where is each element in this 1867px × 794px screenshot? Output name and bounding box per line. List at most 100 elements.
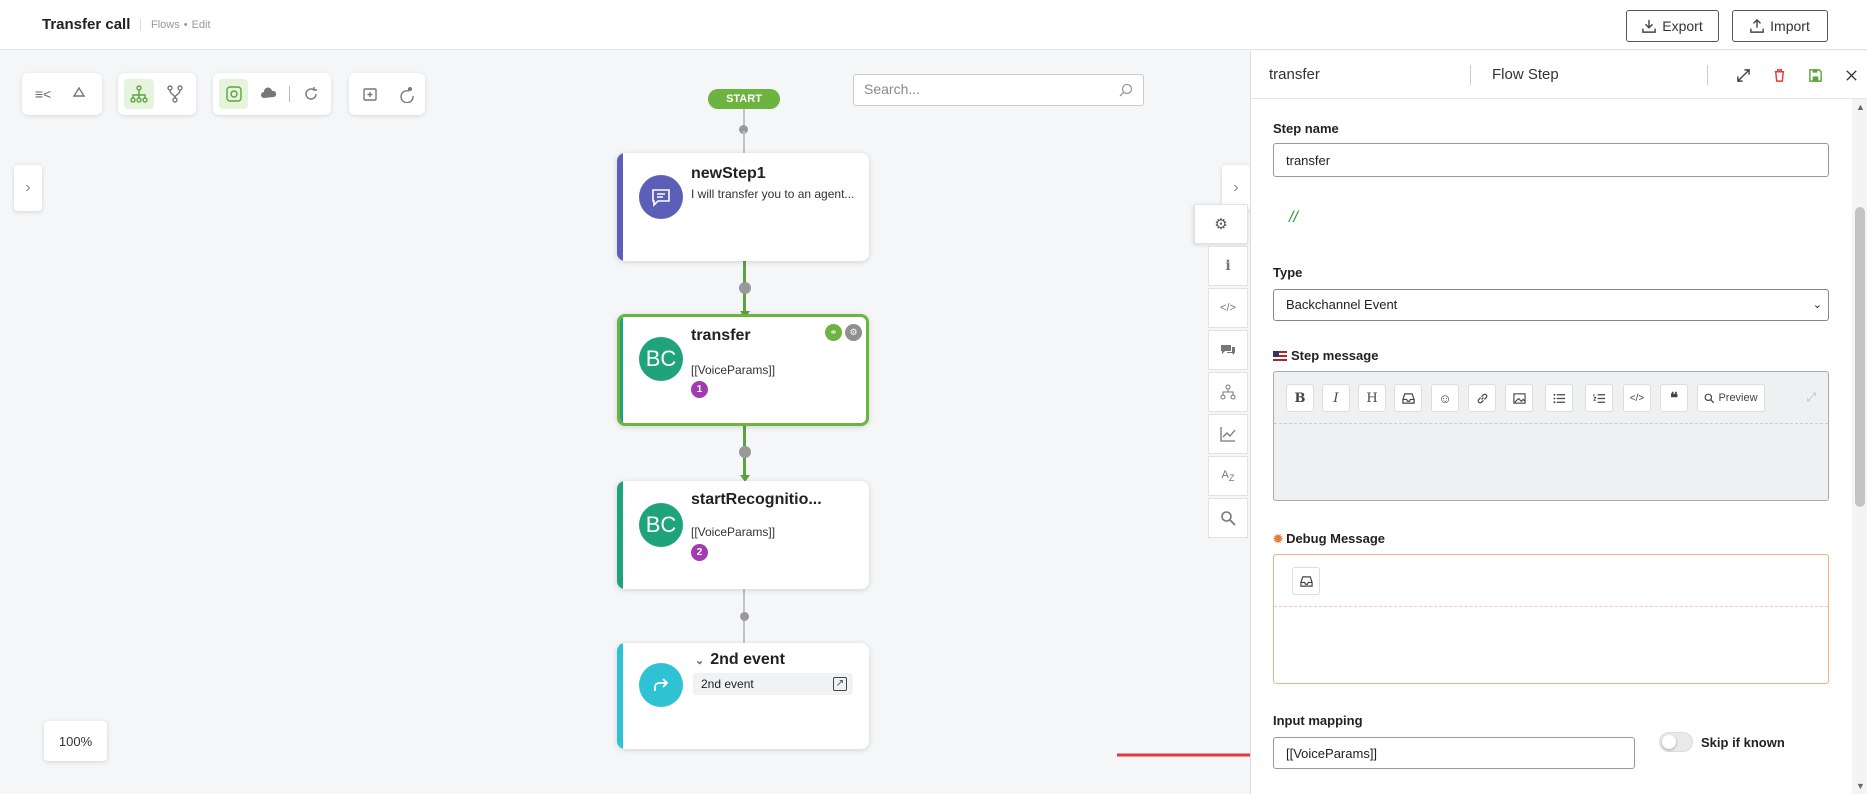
- node-subtitle: [[VoiceParams]]: [691, 363, 776, 377]
- flow-canvas[interactable]: ≡< › › STA: [0, 51, 1250, 794]
- step-properties-panel: transfer Flow Step Step name // Type Bac…: [1250, 51, 1867, 794]
- code-comment[interactable]: //: [1289, 209, 1298, 227]
- event-reference: 2nd event ↗: [693, 673, 853, 695]
- settings-icon[interactable]: ⚙: [845, 324, 862, 341]
- flow-node-newstep1[interactable]: newStep1 I will transfer you to an agent…: [617, 153, 869, 261]
- breadcrumb: Flows • Edit: [140, 19, 211, 31]
- avatar: BC: [639, 337, 683, 381]
- node-title: newStep1: [691, 165, 766, 182]
- panel-scrollbar[interactable]: ▲ ▼: [1852, 99, 1867, 794]
- connector-dot[interactable]: [739, 446, 751, 458]
- search-box: [853, 74, 1144, 106]
- top-bar: Transfer call Flows • Edit Export Import: [0, 0, 1867, 50]
- tab-info[interactable]: i: [1208, 246, 1248, 286]
- type-selected-value: Backchannel Event: [1286, 297, 1398, 312]
- toolbar-group-tree: [118, 73, 196, 115]
- download-icon: [1642, 19, 1657, 33]
- chat-icon: [639, 175, 683, 219]
- skip-if-known-label: Skip if known: [1701, 735, 1785, 750]
- search-icon: [1221, 511, 1236, 526]
- breadcrumb-flows[interactable]: Flows: [151, 19, 180, 31]
- hierarchy-icon: [1220, 384, 1236, 400]
- header-divider: [1707, 65, 1708, 85]
- step-name-label: Step name: [1273, 121, 1339, 136]
- inbox-icon[interactable]: [1292, 567, 1320, 595]
- tab-code[interactable]: </>: [1208, 288, 1248, 328]
- recycle-icon[interactable]: [64, 79, 94, 109]
- external-link-icon[interactable]: ↗: [833, 677, 847, 691]
- expand-icon[interactable]: [1735, 67, 1751, 83]
- step-message-editor[interactable]: B I H ☺ </> ❝ Preview ⤢: [1273, 371, 1829, 501]
- node-stripe: [620, 317, 623, 423]
- preview-button[interactable]: Preview: [1697, 384, 1765, 412]
- search-input[interactable]: [864, 75, 1114, 103]
- chevron-down-icon[interactable]: ⌄: [695, 655, 704, 667]
- export-button[interactable]: Export: [1626, 10, 1719, 42]
- collapse-menu-icon[interactable]: ≡<: [28, 79, 58, 109]
- quote-icon[interactable]: ❝: [1660, 384, 1688, 412]
- numbered-list-icon[interactable]: [1585, 384, 1613, 412]
- heading-icon[interactable]: H: [1358, 384, 1386, 412]
- start-node[interactable]: START: [708, 89, 780, 109]
- branch-icon[interactable]: [160, 79, 190, 109]
- inbox-icon[interactable]: [1394, 384, 1422, 412]
- add-step-icon[interactable]: [355, 79, 384, 109]
- panel-step-name: transfer: [1269, 66, 1320, 83]
- connector-line: [743, 131, 745, 155]
- cloud-edit-icon[interactable]: [254, 79, 283, 109]
- translate-icon: AZ: [1221, 468, 1235, 484]
- info-icon: i: [1225, 258, 1231, 274]
- expand-icon[interactable]: ⤢: [1806, 390, 1816, 405]
- chevron-right-icon: ›: [1233, 179, 1239, 196]
- bold-icon[interactable]: B: [1286, 384, 1314, 412]
- tab-translate[interactable]: AZ: [1208, 456, 1248, 496]
- flow-node-startrecognition[interactable]: BC startRecognitio... [[VoiceParams]] 2: [617, 481, 869, 589]
- debug-message-label: ✹ Debug Message: [1273, 531, 1385, 546]
- step-name-input[interactable]: [1273, 143, 1829, 177]
- comments-icon: [1221, 345, 1235, 355]
- chevron-right-icon: ›: [25, 179, 31, 196]
- scroll-down-icon[interactable]: ▼: [1856, 781, 1865, 791]
- tab-hierarchy[interactable]: [1208, 372, 1248, 412]
- image-icon[interactable]: [1505, 384, 1533, 412]
- tab-analytics[interactable]: [1208, 414, 1248, 454]
- emoji-icon[interactable]: ☺: [1431, 384, 1459, 412]
- connector-dot: [740, 612, 749, 621]
- search-icon[interactable]: [1119, 83, 1133, 97]
- italic-icon[interactable]: I: [1322, 384, 1350, 412]
- bullet-list-icon[interactable]: [1545, 384, 1573, 412]
- header-divider: [1470, 65, 1471, 85]
- node-title[interactable]: ⌄ 2nd event: [695, 651, 785, 669]
- left-panel-toggle[interactable]: ›: [14, 165, 42, 211]
- link-icon[interactable]: ⚭: [825, 324, 842, 341]
- panel-header: transfer Flow Step: [1251, 51, 1867, 99]
- connector-dot[interactable]: [739, 282, 751, 294]
- tree-layout-icon[interactable]: [124, 79, 154, 109]
- search-icon: [1705, 393, 1715, 403]
- code-icon[interactable]: </>: [1623, 384, 1651, 412]
- import-button[interactable]: Import: [1732, 10, 1828, 42]
- scrollbar-thumb[interactable]: [1855, 207, 1865, 507]
- flow-node-transfer[interactable]: BC transfer [[VoiceParams]] 1 ⚭ ⚙: [617, 314, 869, 426]
- skip-if-known-toggle[interactable]: [1659, 732, 1693, 752]
- close-icon[interactable]: [1843, 67, 1859, 83]
- editor-toolbar: B I H ☺ </> ❝ Preview ⤢: [1274, 372, 1828, 424]
- tab-chat[interactable]: [1208, 330, 1248, 370]
- tab-settings[interactable]: ⚙: [1194, 204, 1248, 244]
- delete-icon[interactable]: [1771, 67, 1787, 83]
- debug-message-editor[interactable]: [1273, 554, 1829, 684]
- flow-node-2nd-event[interactable]: ⌄ 2nd event 2nd event ↗: [617, 643, 869, 749]
- type-select[interactable]: Backchannel Event ⌄: [1273, 289, 1829, 321]
- tab-search[interactable]: [1208, 498, 1248, 538]
- input-mapping-label: Input mapping: [1273, 713, 1363, 728]
- link-icon[interactable]: [1468, 384, 1496, 412]
- node-stripe: [617, 153, 623, 261]
- step-message-label: Step message: [1273, 348, 1378, 363]
- input-mapping-input[interactable]: [1273, 737, 1635, 769]
- zoom-level[interactable]: 100%: [44, 721, 107, 761]
- refresh-icon[interactable]: [296, 79, 325, 109]
- save-icon[interactable]: [1807, 67, 1823, 83]
- scroll-up-icon[interactable]: ▲: [1856, 102, 1865, 112]
- reset-view-icon[interactable]: [390, 79, 419, 109]
- focus-node-icon[interactable]: [219, 79, 249, 109]
